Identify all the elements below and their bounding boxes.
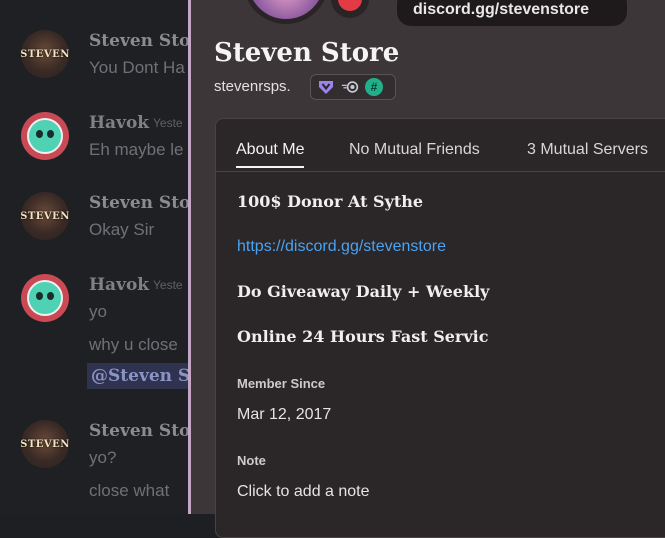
- member-since-value: Mar 12, 2017: [237, 406, 332, 423]
- bio-line: 100$ Donor At Sythe: [237, 192, 424, 211]
- avatar-face: [27, 280, 63, 316]
- profile-avatar[interactable]: [243, 0, 329, 24]
- dnd-status-icon: [331, 0, 369, 18]
- message-text: close what: [89, 481, 170, 500]
- message-text: why u close: [89, 335, 178, 354]
- hash-icon[interactable]: #: [365, 78, 383, 96]
- user-mention[interactable]: @Steven S: [87, 363, 195, 389]
- username[interactable]: stevenrsps.: [214, 78, 291, 95]
- custom-status-bubble: discord.gg/stevenstore: [397, 0, 627, 26]
- chat-background: STEVEN Steven Store You Dont Ha Havok Ye…: [0, 0, 210, 514]
- message-text: Eh maybe le: [89, 140, 184, 159]
- message-author[interactable]: Havok: [89, 113, 149, 133]
- message-text: yo?: [89, 448, 117, 467]
- hypesquad-icon[interactable]: [317, 78, 335, 96]
- profile-card: About Me No Mutual Friends 3 Mutual Serv…: [215, 118, 665, 538]
- profile-tabs: About Me No Mutual Friends 3 Mutual Serv…: [216, 119, 665, 172]
- bio-line: Online 24 Hours Fast Servic: [237, 327, 489, 346]
- member-since-label: Member Since: [237, 376, 326, 391]
- message-text: You Dont Ha: [89, 58, 185, 77]
- tab-about-me[interactable]: About Me: [236, 141, 305, 168]
- note-input[interactable]: Click to add a note: [237, 483, 370, 501]
- avatar[interactable]: STEVEN: [21, 30, 69, 78]
- message-text: yo: [89, 302, 107, 321]
- message-author[interactable]: Havok: [89, 275, 149, 295]
- message-timestamp: Yeste: [153, 278, 183, 292]
- avatar-face: [27, 118, 63, 154]
- display-name: Steven Store: [214, 38, 400, 68]
- bio-link[interactable]: https://discord.gg/stevenstore: [237, 238, 446, 256]
- note-label: Note: [237, 453, 266, 468]
- profile-popout: discord.gg/stevenstore Steven Store stev…: [188, 0, 665, 538]
- avatar[interactable]: STEVEN: [21, 420, 69, 468]
- tab-mutual-friends[interactable]: No Mutual Friends: [349, 141, 480, 159]
- bio-line: Do Giveaway Daily + Weekly: [237, 282, 490, 301]
- avatar[interactable]: [21, 274, 69, 322]
- nitro-icon[interactable]: [341, 78, 359, 96]
- avatar[interactable]: [21, 112, 69, 160]
- avatar[interactable]: STEVEN: [21, 192, 69, 240]
- message-text: Okay Sir: [89, 220, 155, 239]
- tab-mutual-servers[interactable]: 3 Mutual Servers: [527, 141, 648, 159]
- badge-list: #: [310, 74, 396, 100]
- message-timestamp: Yeste: [153, 116, 183, 130]
